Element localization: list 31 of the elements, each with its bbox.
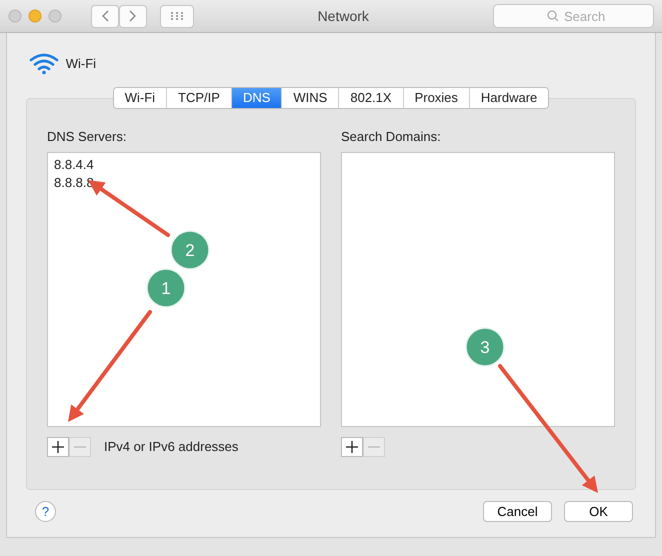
wifi-icon — [29, 53, 60, 75]
tab[interactable]: Wi-Fi — [114, 88, 168, 108]
back-button[interactable] — [91, 4, 119, 28]
hint-text: IPv4 or IPv6 addresses — [104, 438, 238, 456]
show-all-button[interactable] — [160, 4, 194, 28]
search-domains-list[interactable] — [341, 152, 615, 426]
dns-servers-label: DNS Servers: — [47, 128, 128, 146]
plus-icon — [346, 440, 358, 452]
search-icon — [547, 10, 559, 22]
interface-name: Wi-Fi — [66, 55, 96, 74]
tab[interactable]: DNS — [232, 88, 282, 108]
search-field[interactable]: Search — [493, 4, 654, 28]
step-marker — [170, 230, 210, 270]
step-marker — [465, 327, 505, 367]
cancel-button[interactable]: Cancel — [483, 501, 552, 522]
chevron-right-icon — [129, 10, 137, 22]
plus-icon — [52, 440, 64, 452]
window-title: Network — [316, 6, 370, 26]
add-button[interactable] — [47, 436, 69, 456]
help-button[interactable]: ? — [35, 501, 56, 522]
chevron-left-icon — [101, 10, 109, 22]
search-domains-label: Search Domains: — [341, 128, 442, 146]
step-number: 2 — [185, 241, 195, 260]
step-number: 3 — [480, 338, 490, 357]
forward-button[interactable] — [119, 4, 147, 28]
dns-server-entry[interactable]: 8.8.4.4 — [54, 156, 314, 174]
ok-button[interactable]: OK — [564, 501, 633, 522]
step-number: 1 — [161, 279, 171, 298]
grid-icon — [170, 11, 184, 21]
add-button[interactable] — [341, 436, 363, 456]
step-marker — [146, 268, 186, 308]
